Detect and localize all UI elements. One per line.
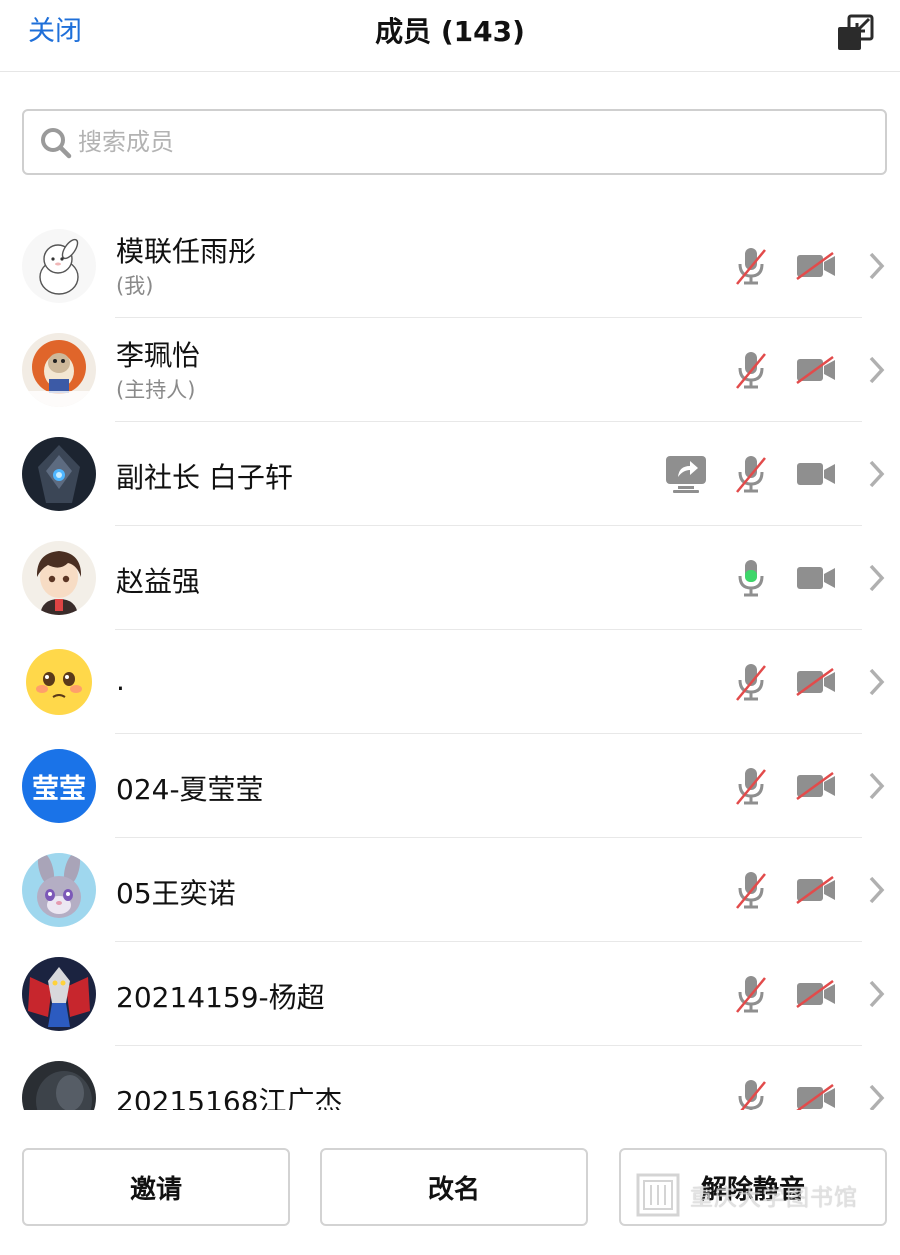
chevron-right-icon[interactable] [866, 771, 886, 801]
member-name: 20215168江广杰 [116, 1085, 343, 1110]
screen-share-icon[interactable] [665, 453, 707, 495]
member-row[interactable]: 副社长 白子轩 [0, 422, 900, 526]
member-row[interactable]: 20215168江广杰 [0, 1046, 900, 1110]
member-name: 赵益强 [116, 565, 201, 598]
member-count: (143) [440, 15, 525, 48]
member-row[interactable]: 李珮怡 (主持人) [0, 318, 900, 422]
mic-speaking-icon[interactable] [735, 558, 767, 598]
member-role: (主持人) [116, 378, 196, 402]
camera-off-icon[interactable] [796, 356, 836, 384]
member-name: 05王奕诺 [116, 877, 236, 910]
camera-on-icon[interactable] [796, 564, 836, 592]
avatar [22, 645, 96, 719]
shrink-window-icon[interactable] [836, 14, 874, 52]
title-text: 成员 [375, 15, 432, 48]
search-input[interactable] [78, 119, 858, 165]
mic-muted-icon[interactable] [735, 870, 767, 910]
chevron-right-icon[interactable] [866, 355, 886, 385]
chevron-right-icon[interactable] [866, 459, 886, 489]
member-list: 模联任雨彤 (我) 李珮怡 (主持人) 副社长 白子轩 赵益强 . 莹莹 024… [0, 214, 900, 1110]
chevron-right-icon[interactable] [866, 251, 886, 281]
mic-muted-icon[interactable] [735, 1078, 767, 1110]
member-row[interactable]: 20214159-杨超 [0, 942, 900, 1046]
member-role: (我) [116, 274, 154, 298]
chevron-right-icon[interactable] [866, 1083, 886, 1110]
member-row[interactable]: 模联任雨彤 (我) [0, 214, 900, 318]
page-title: 成员 (143) [0, 12, 900, 52]
chevron-right-icon[interactable] [866, 979, 886, 1009]
camera-off-icon[interactable] [796, 668, 836, 696]
mic-muted-icon[interactable] [735, 454, 767, 494]
camera-on-icon[interactable] [796, 460, 836, 488]
mic-muted-icon[interactable] [735, 766, 767, 806]
avatar [22, 437, 96, 511]
member-row[interactable]: 莹莹 024-夏莹莹 [0, 734, 900, 838]
chevron-right-icon[interactable] [866, 875, 886, 905]
mic-muted-icon[interactable] [735, 662, 767, 702]
invite-button[interactable]: 邀请 [22, 1148, 290, 1226]
camera-off-icon[interactable] [796, 1084, 836, 1110]
camera-off-icon[interactable] [796, 876, 836, 904]
avatar [22, 853, 96, 927]
member-name: . [116, 664, 125, 697]
avatar [22, 333, 96, 407]
member-row[interactable]: 05王奕诺 [0, 838, 900, 942]
avatar [22, 957, 96, 1031]
avatar [22, 229, 96, 303]
search-icon [41, 128, 72, 159]
member-name: 20214159-杨超 [116, 981, 325, 1014]
member-row[interactable]: 赵益强 [0, 526, 900, 630]
camera-off-icon[interactable] [796, 980, 836, 1008]
member-name: 李珮怡 [116, 339, 201, 372]
chevron-right-icon[interactable] [866, 667, 886, 697]
mic-muted-icon[interactable] [735, 246, 767, 286]
header-bar: 关闭 成员 (143) [0, 0, 900, 72]
member-name: 024-夏莹莹 [116, 773, 264, 806]
unmute-button[interactable]: 解除静音 [619, 1148, 887, 1226]
avatar [22, 541, 96, 615]
camera-off-icon[interactable] [796, 772, 836, 800]
mic-muted-icon[interactable] [735, 350, 767, 390]
camera-off-icon[interactable] [796, 252, 836, 280]
member-name: 模联任雨彤 [116, 235, 257, 268]
rename-button[interactable]: 改名 [320, 1148, 588, 1226]
chevron-right-icon[interactable] [866, 563, 886, 593]
member-name: 副社长 白子轩 [116, 461, 293, 494]
avatar-initials: 莹莹 [22, 749, 96, 823]
search-box[interactable] [22, 109, 887, 175]
mic-muted-icon[interactable] [735, 974, 767, 1014]
members-panel: 关闭 成员 (143) 搜索成员 模联任雨彤 (我) 李珮怡 (主持人) 副社长… [0, 0, 900, 1255]
avatar [22, 1061, 96, 1110]
member-row[interactable]: . [0, 630, 900, 734]
